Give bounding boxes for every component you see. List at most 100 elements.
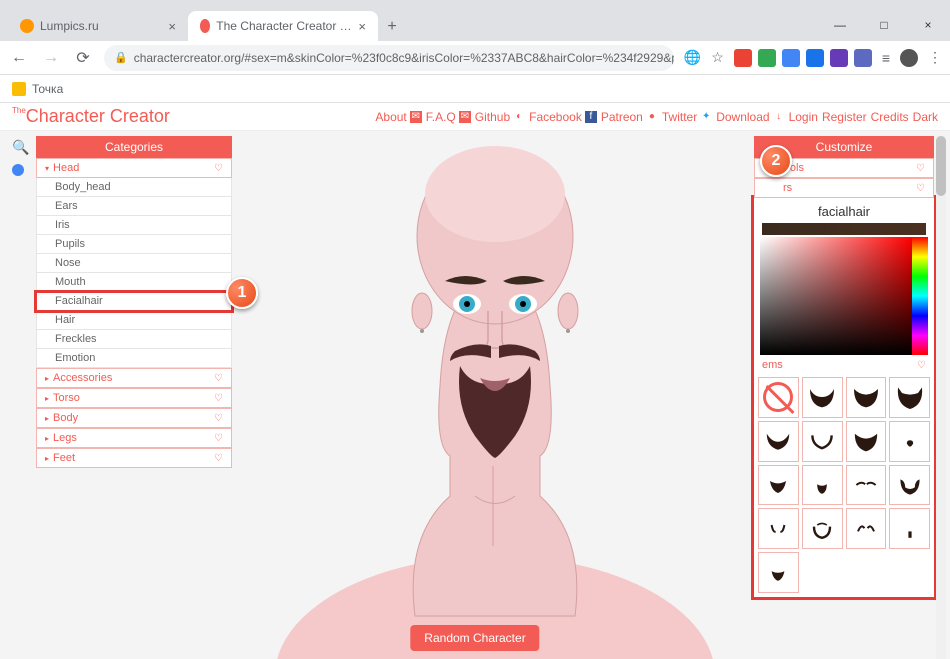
translate-icon[interactable]: 🌐 — [684, 49, 701, 66]
star-icon[interactable]: ☆ — [711, 49, 724, 66]
app-logo[interactable]: TheCharacter Creator — [12, 106, 170, 127]
annotation-callout-2: 2 — [760, 145, 792, 177]
bookmark-icon — [12, 82, 26, 96]
category-item-iris[interactable]: Iris — [36, 216, 232, 235]
item-beard-4[interactable] — [758, 421, 799, 462]
character-svg — [275, 136, 715, 659]
customize-panel: Customize Controls♡ rs♡ facialhair ems♡ — [754, 136, 934, 597]
browser-toolbar: ← → ⟳ 🔒 charactercreator.org/#sex=m&skin… — [0, 41, 950, 75]
window-minimize[interactable]: — — [818, 9, 862, 41]
category-legs[interactable]: ▸Legs♡ — [36, 428, 232, 448]
lock-icon: 🔒 — [114, 51, 128, 64]
search-icon[interactable]: 🔍 — [12, 139, 34, 156]
category-item-bodyhead[interactable]: Body_head — [36, 178, 232, 197]
current-color-swatch[interactable] — [762, 223, 926, 235]
extension-icon[interactable] — [806, 49, 824, 67]
window-close[interactable]: × — [906, 9, 950, 41]
nav-twitter[interactable]: Twitter✦ — [662, 110, 712, 124]
item-mustache-2[interactable] — [758, 508, 799, 549]
extension-icon[interactable] — [830, 49, 848, 67]
filter-icon[interactable] — [12, 164, 24, 176]
category-head[interactable]: ▾Head♡ — [36, 158, 232, 178]
close-icon[interactable]: × — [358, 19, 366, 34]
item-mustache-3[interactable] — [846, 508, 887, 549]
scrollbar-thumb[interactable] — [936, 136, 946, 196]
kebab-icon[interactable]: ⋮ — [928, 49, 942, 66]
item-beard-13[interactable] — [758, 552, 799, 593]
close-icon[interactable]: × — [168, 19, 176, 34]
item-none[interactable] — [758, 377, 799, 418]
item-beard-1[interactable] — [802, 377, 843, 418]
category-item-nose[interactable]: Nose — [36, 254, 232, 273]
window-maximize[interactable]: □ — [862, 9, 906, 41]
nav-github[interactable]: Github◐ — [475, 110, 525, 124]
item-beard-8[interactable] — [758, 465, 799, 506]
forward-button[interactable]: → — [40, 47, 62, 69]
category-torso[interactable]: ▸Torso♡ — [36, 388, 232, 408]
category-item-hair[interactable]: Hair — [36, 311, 232, 330]
item-beard-6[interactable] — [846, 421, 887, 462]
browser-tabs: Lumpics.ru × The Character Creator - Bui… — [0, 8, 950, 41]
items-row[interactable]: ems♡ — [758, 357, 930, 373]
facialhair-items-grid — [758, 377, 930, 593]
category-feet[interactable]: ▸Feet♡ — [36, 448, 232, 468]
nav-credits[interactable]: Credits — [871, 110, 909, 124]
category-item-mouth[interactable]: Mouth — [36, 273, 232, 292]
facialhair-label: facialhair — [758, 202, 930, 221]
tab-title: The Character Creator - Build vis... — [216, 19, 352, 33]
extension-icon[interactable] — [734, 49, 752, 67]
nav-dark[interactable]: Dark — [913, 110, 938, 124]
nav-patreon[interactable]: Patreon● — [601, 110, 658, 124]
annotation-callout-1: 1 — [226, 277, 258, 309]
reload-button[interactable]: ⟳ — [72, 47, 94, 69]
tab-lumpics[interactable]: Lumpics.ru × — [8, 11, 188, 41]
item-beard-9[interactable] — [802, 465, 843, 506]
item-beard-7[interactable] — [889, 421, 930, 462]
character-canvas — [240, 136, 750, 659]
item-beard-11[interactable] — [802, 508, 843, 549]
scrollbar-track — [936, 136, 946, 659]
app-header: TheCharacter Creator About✉ F.A.Q✉ Githu… — [0, 103, 950, 131]
category-body[interactable]: ▸Body♡ — [36, 408, 232, 428]
nav-about[interactable]: About✉ — [375, 110, 421, 124]
tab-charactercreator[interactable]: The Character Creator - Build vis... × — [188, 11, 378, 41]
item-beard-10[interactable] — [889, 465, 930, 506]
nav-login[interactable]: Login — [789, 110, 818, 124]
nav-facebook[interactable]: Facebookf — [529, 110, 597, 124]
bookmarks-bar: Точка — [0, 75, 950, 103]
layers-row[interactable]: rs♡ — [754, 178, 934, 198]
favicon — [20, 19, 34, 33]
category-item-emotion[interactable]: Emotion — [36, 349, 232, 368]
nav-download[interactable]: Download↓ — [716, 110, 784, 124]
nav-register[interactable]: Register — [822, 110, 867, 124]
hue-slider[interactable] — [912, 237, 928, 355]
saturation-value-picker[interactable] — [760, 237, 912, 355]
category-item-ears[interactable]: Ears — [36, 197, 232, 216]
category-item-freckles[interactable]: Freckles — [36, 330, 232, 349]
category-item-pupils[interactable]: Pupils — [36, 235, 232, 254]
nav-faq[interactable]: F.A.Q✉ — [426, 110, 471, 124]
new-tab-button[interactable]: + — [378, 13, 406, 41]
item-beard-2[interactable] — [846, 377, 887, 418]
extension-icon[interactable] — [854, 49, 872, 67]
bookmark-item[interactable]: Точка — [32, 82, 63, 96]
tab-title: Lumpics.ru — [40, 19, 99, 33]
favicon — [200, 19, 210, 33]
item-beard-3[interactable] — [889, 377, 930, 418]
url-text: charactercreator.org/#sex=m&skinColor=%2… — [134, 51, 674, 65]
categories-title: Categories — [36, 136, 232, 158]
category-accessories[interactable]: ▸Accessories♡ — [36, 368, 232, 388]
extension-icon[interactable] — [758, 49, 776, 67]
color-picker-panel: facialhair ems♡ — [754, 198, 934, 597]
item-beard-5[interactable] — [802, 421, 843, 462]
address-bar[interactable]: 🔒 charactercreator.org/#sex=m&skinColor=… — [104, 45, 674, 71]
item-mustache-1[interactable] — [846, 465, 887, 506]
item-beard-12[interactable] — [889, 508, 930, 549]
categories-sidebar: Categories ▾Head♡ Body_head Ears Iris Pu… — [36, 136, 232, 468]
menu-icon[interactable]: ≡ — [882, 50, 890, 66]
extension-icon[interactable] — [782, 49, 800, 67]
random-character-button[interactable]: Random Character — [410, 625, 539, 651]
avatar[interactable] — [900, 49, 918, 67]
category-item-facialhair[interactable]: Facialhair — [36, 292, 232, 311]
back-button[interactable]: ← — [8, 47, 30, 69]
